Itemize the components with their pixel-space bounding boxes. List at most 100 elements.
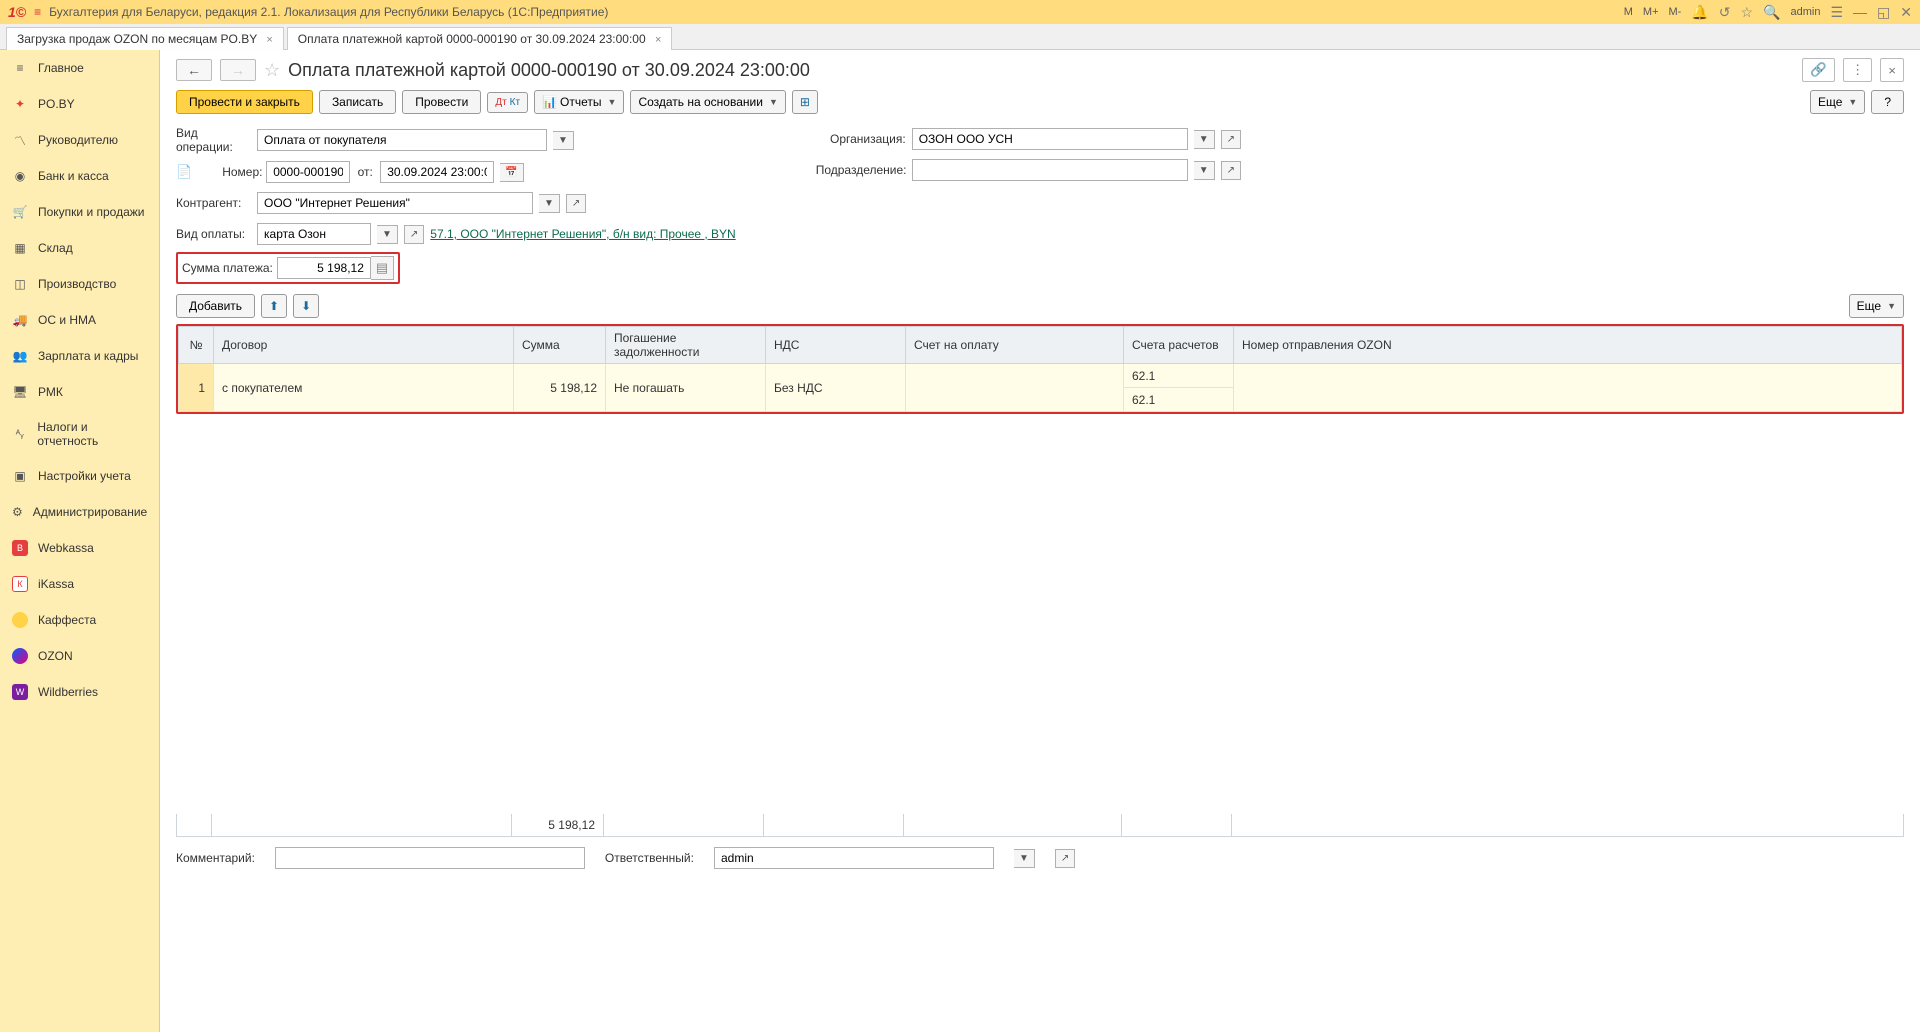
open-icon[interactable]: ↗ xyxy=(1055,849,1075,868)
sum-input[interactable] xyxy=(277,257,371,279)
post-close-button[interactable]: Провести и закрыть xyxy=(176,90,313,114)
open-icon[interactable]: ↗ xyxy=(566,194,586,213)
col-invoice[interactable]: Счет на оплату xyxy=(906,327,1124,364)
col-contract[interactable]: Договор xyxy=(214,327,514,364)
col-ozon[interactable]: Номер отправления OZON xyxy=(1234,327,1902,364)
cell-acc1[interactable]: 62.1 xyxy=(1124,364,1234,388)
cell-invoice[interactable] xyxy=(906,364,1124,412)
org-input[interactable] xyxy=(912,128,1188,150)
open-icon[interactable]: ↗ xyxy=(404,225,424,244)
cell-vat[interactable]: Без НДС xyxy=(766,364,906,412)
sidebar-item-ikassa[interactable]: КiKassa xyxy=(0,566,159,602)
dt-kt-button[interactable]: ДтКт xyxy=(487,92,528,113)
sidebar-item-stock[interactable]: ▦Склад xyxy=(0,230,159,266)
favorite-icon[interactable]: ☆ xyxy=(264,60,280,81)
restore-icon[interactable]: ◱ xyxy=(1877,4,1890,21)
paytype-input[interactable] xyxy=(257,223,371,245)
sidebar-item-ozon[interactable]: OZON xyxy=(0,638,159,674)
sidebar-item-os[interactable]: 🚚ОС и НМА xyxy=(0,302,159,338)
cell-sum[interactable]: 5 198,12 xyxy=(514,364,606,412)
help-button[interactable]: ? xyxy=(1871,90,1904,114)
sidebar-item-kaffesta[interactable]: Каффеста xyxy=(0,602,159,638)
doc-status-icon[interactable]: 📄 xyxy=(176,164,192,180)
cell-repay[interactable]: Не погашать xyxy=(606,364,766,412)
close-doc-icon[interactable]: × xyxy=(1880,58,1904,82)
sidebar-item-sales[interactable]: 🛒Покупки и продажи xyxy=(0,194,159,230)
comment-input[interactable] xyxy=(275,847,585,869)
dropdown-icon[interactable]: ▼ xyxy=(539,194,560,213)
close-app-icon[interactable]: ✕ xyxy=(1900,4,1912,21)
sidebar-item-main[interactable]: ≡Главное xyxy=(0,50,159,86)
sidebar-item-webkassa[interactable]: ВWebkassa xyxy=(0,530,159,566)
paytype-link[interactable]: 57.1, ООО "Интернет Решения", б/н вид: П… xyxy=(430,227,735,241)
history-icon[interactable]: ↺ xyxy=(1719,4,1731,21)
tab-close-icon[interactable]: × xyxy=(655,34,661,46)
search-icon[interactable]: 🔍 xyxy=(1763,4,1780,21)
settings-icon[interactable]: ☰ xyxy=(1830,4,1843,21)
m-button[interactable]: M xyxy=(1624,6,1633,18)
dropdown-icon[interactable]: ▼ xyxy=(1194,161,1215,180)
calculator-icon[interactable]: ▤ xyxy=(371,256,394,280)
dropdown-icon[interactable]: ▼ xyxy=(377,225,398,244)
cell-ozon[interactable] xyxy=(1234,364,1902,412)
sidebar-item-rmk[interactable]: 🖥РМК xyxy=(0,374,159,410)
more-dots-icon[interactable]: ⋮ xyxy=(1843,58,1872,82)
dropdown-icon[interactable]: ▼ xyxy=(1194,130,1215,149)
post-button[interactable]: Провести xyxy=(402,90,481,114)
sidebar-item-poby[interactable]: ✦PO.BY xyxy=(0,86,159,122)
contragent-input[interactable] xyxy=(257,192,533,214)
sidebar-item-manager[interactable]: 〽Руководителю xyxy=(0,122,159,158)
menu-icon[interactable]: ≡ xyxy=(34,5,41,19)
cell-acc2[interactable]: 62.1 xyxy=(1124,388,1234,412)
move-down-button[interactable]: ⬇ xyxy=(293,294,319,318)
col-vat[interactable]: НДС xyxy=(766,327,906,364)
col-accounts[interactable]: Счета расчетов xyxy=(1124,327,1234,364)
sidebar-item-bank[interactable]: ◉Банк и касса xyxy=(0,158,159,194)
col-num[interactable]: № xyxy=(179,327,214,364)
division-input[interactable] xyxy=(912,159,1188,181)
number-input[interactable] xyxy=(266,161,350,183)
sidebar-item-salary[interactable]: 👥Зарплата и кадры xyxy=(0,338,159,374)
mminus-button[interactable]: M- xyxy=(1669,6,1682,18)
cell-num: 1 xyxy=(179,364,214,412)
dropdown-icon[interactable]: ▼ xyxy=(553,131,574,150)
mplus-button[interactable]: M+ xyxy=(1643,6,1659,18)
open-icon[interactable]: ↗ xyxy=(1221,161,1241,180)
star-icon[interactable]: ☆ xyxy=(1741,4,1754,21)
back-button[interactable]: ← xyxy=(176,59,212,81)
cell-contract[interactable]: с покупателем xyxy=(214,364,514,412)
tab-close-icon[interactable]: × xyxy=(266,34,272,46)
responsible-input[interactable] xyxy=(714,847,994,869)
table-row[interactable]: 1 с покупателем 5 198,12 Не погашать Без… xyxy=(179,364,1902,388)
bell-icon[interactable]: 🔔 xyxy=(1691,4,1708,21)
forward-button[interactable]: → xyxy=(220,59,256,81)
write-button[interactable]: Записать xyxy=(319,90,396,114)
tab-ozon-load[interactable]: Загрузка продаж OZON по месяцам PO.BY × xyxy=(6,27,284,50)
sidebar-item-wb[interactable]: WWildberries xyxy=(0,674,159,710)
create-based-button[interactable]: Создать на основании▼ xyxy=(630,90,785,114)
contragent-label: Контрагент: xyxy=(176,196,251,210)
date-input[interactable] xyxy=(380,161,494,183)
user-label[interactable]: admin xyxy=(1791,6,1821,18)
move-up-button[interactable]: ⬆ xyxy=(261,294,287,318)
sidebar-item-admin[interactable]: ⚙Администрирование xyxy=(0,494,159,530)
reports-button[interactable]: 📊Отчеты▼ xyxy=(534,90,624,114)
dropdown-icon[interactable]: ▼ xyxy=(1014,849,1035,868)
sidebar-item-tax[interactable]: ᴬᵧНалоги и отчетность xyxy=(0,410,159,458)
structure-button[interactable]: ⊞ xyxy=(792,90,818,114)
add-row-button[interactable]: Добавить xyxy=(176,294,255,318)
link-icon[interactable]: 🔗 xyxy=(1802,58,1835,82)
sidebar-item-label: Главное xyxy=(38,61,84,75)
sidebar-item-prod[interactable]: ◫Производство xyxy=(0,266,159,302)
sum-label: Сумма платежа: xyxy=(182,261,273,275)
tab-payment-doc[interactable]: Оплата платежной картой 0000-000190 от 3… xyxy=(287,27,673,50)
more-button[interactable]: Еще▼ xyxy=(1810,90,1865,114)
grid-more-button[interactable]: Еще▼ xyxy=(1849,294,1904,318)
open-icon[interactable]: ↗ xyxy=(1221,130,1241,149)
minimize-icon[interactable]: — xyxy=(1853,4,1867,20)
col-repay[interactable]: Погашение задолженности xyxy=(606,327,766,364)
sidebar-item-settings[interactable]: ▣Настройки учета xyxy=(0,458,159,494)
calendar-icon[interactable]: 📅 xyxy=(500,163,523,182)
col-sum[interactable]: Сумма xyxy=(514,327,606,364)
op-type-input[interactable] xyxy=(257,129,547,151)
